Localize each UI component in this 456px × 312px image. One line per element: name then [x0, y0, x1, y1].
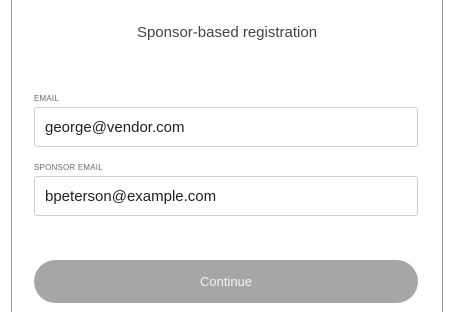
registration-panel: Sponsor-based registration EMAIL SPONSOR…: [11, 0, 443, 312]
email-field[interactable]: [34, 107, 418, 147]
continue-button[interactable]: Continue: [34, 260, 418, 303]
sponsor-email-field[interactable]: [34, 176, 418, 216]
page-title: Sponsor-based registration: [136, 24, 318, 41]
sponsor-email-label: SPONSOR EMAIL: [34, 163, 103, 172]
email-label: EMAIL: [34, 94, 60, 103]
